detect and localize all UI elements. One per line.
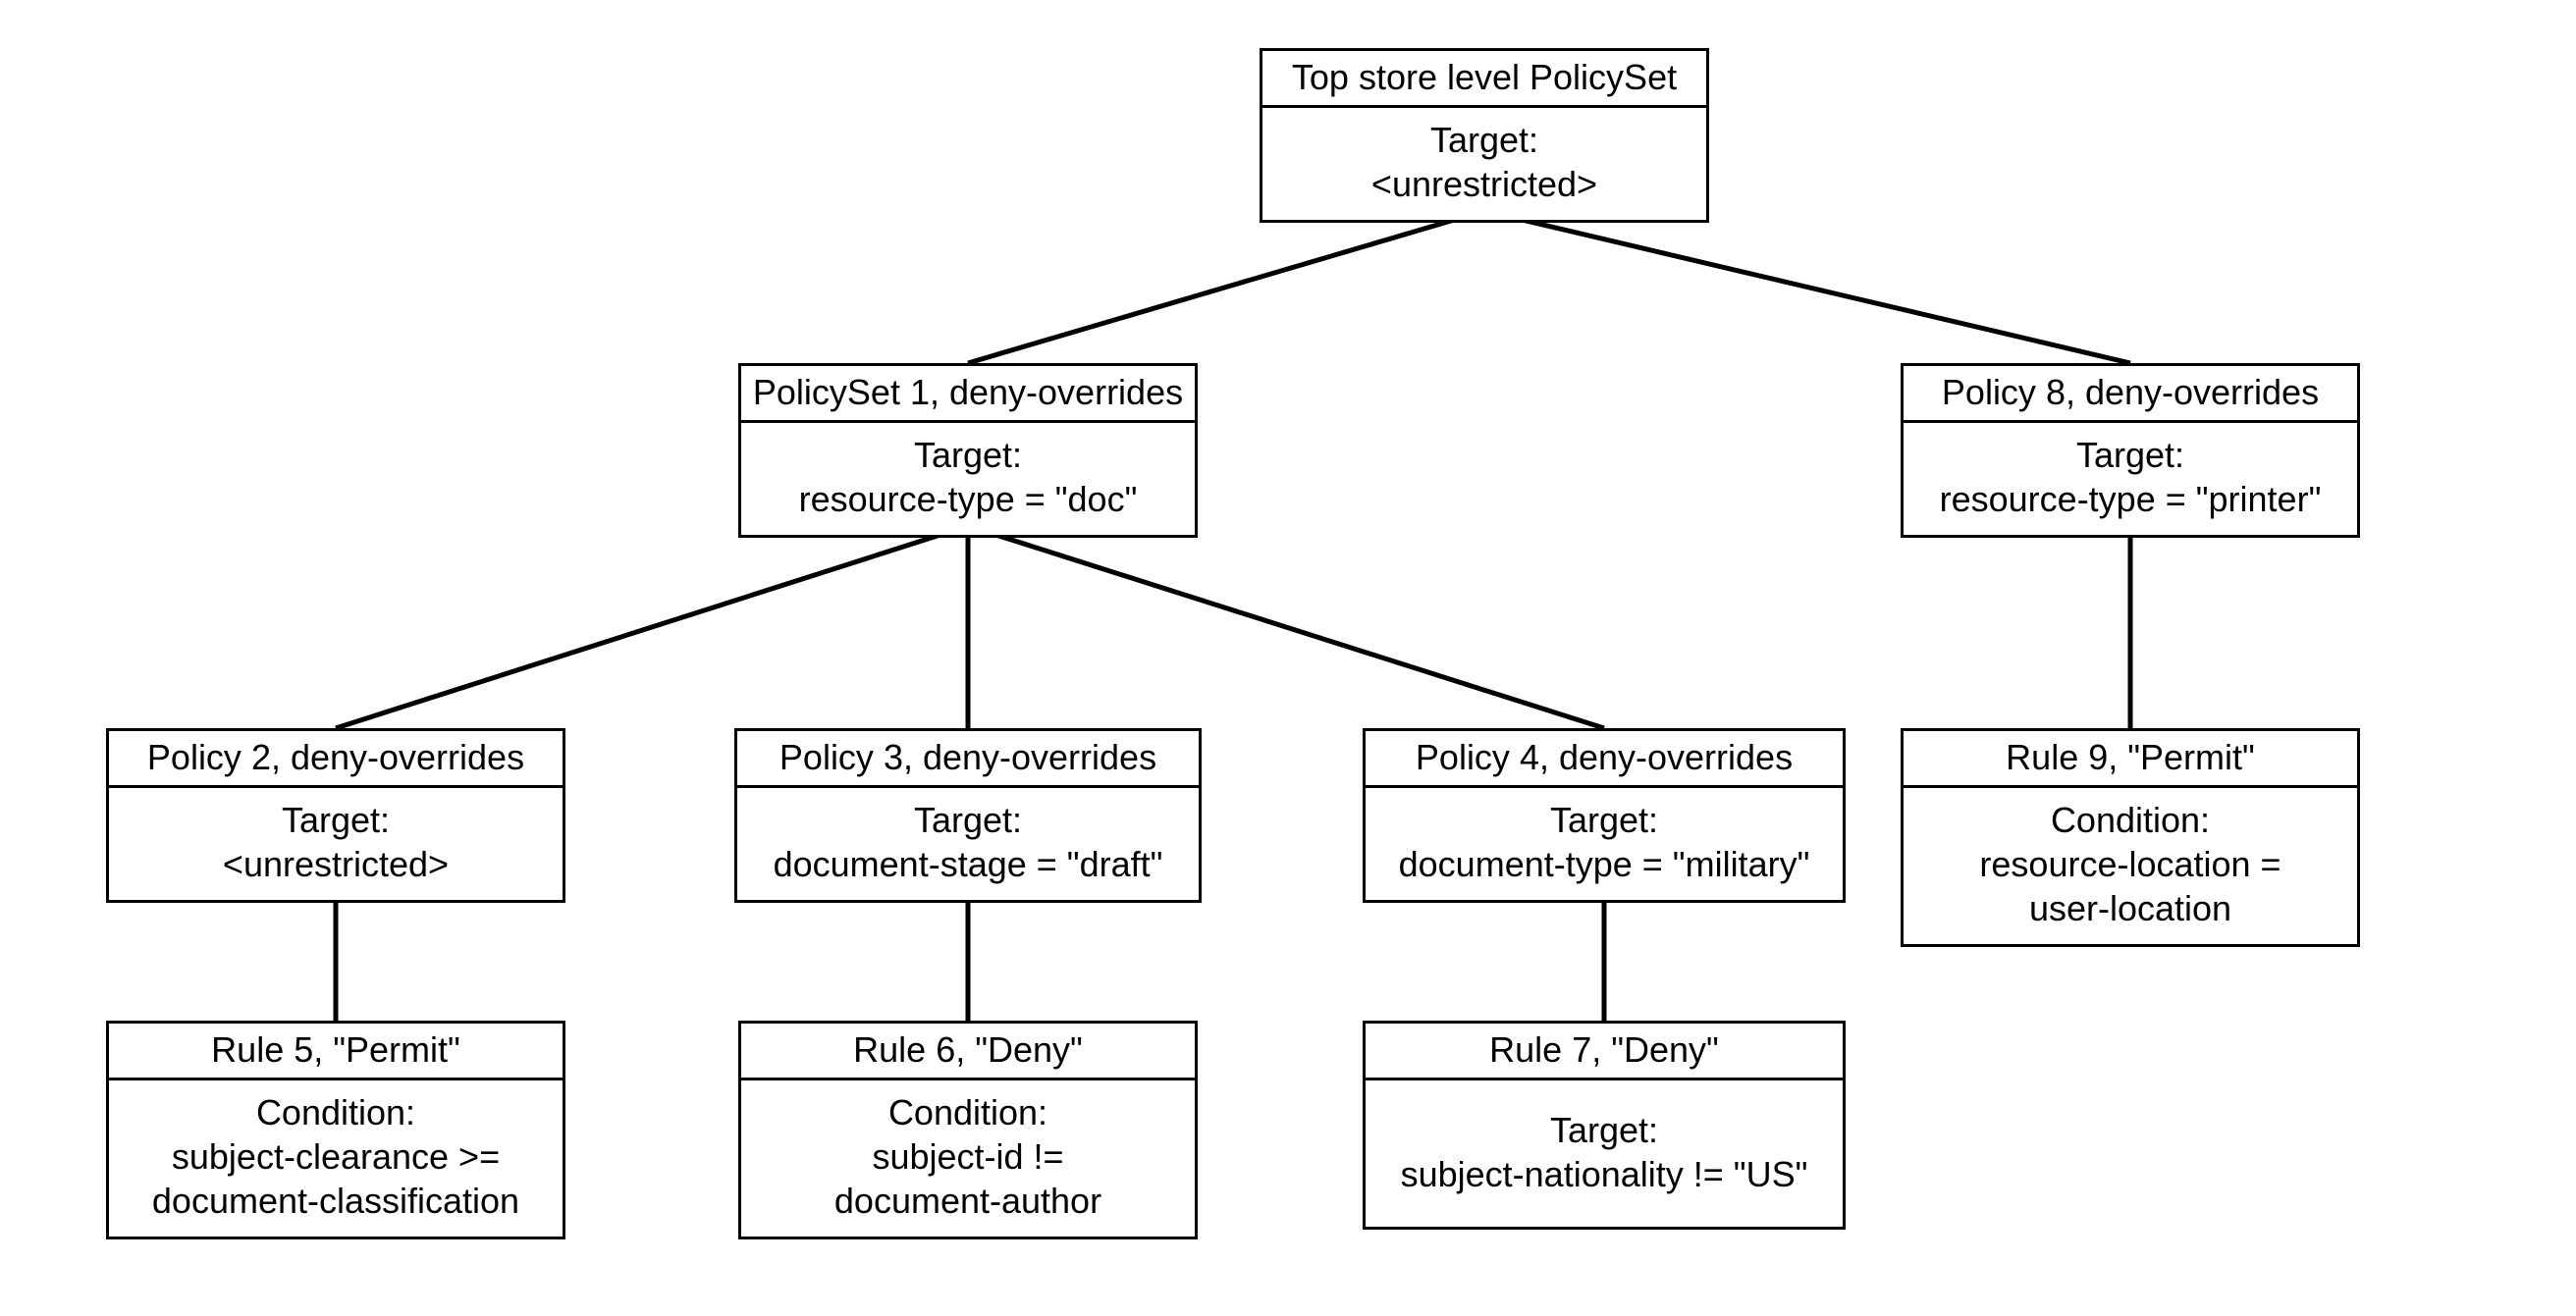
node-title: PolicySet 1, deny-overrides <box>741 366 1195 423</box>
node-title: Top store level PolicySet <box>1262 51 1706 108</box>
edge <box>1484 211 2130 363</box>
edge <box>336 526 968 728</box>
node-policy-3: Policy 3, deny-overrides Target: documen… <box>734 728 1202 903</box>
node-body-line: document-author <box>749 1179 1187 1223</box>
node-body-line: Condition: <box>749 1090 1187 1134</box>
node-body-line: subject-nationality != "US" <box>1373 1152 1835 1196</box>
node-rule-6: Rule 6, "Deny" Condition: subject-id != … <box>738 1021 1198 1239</box>
node-body-line: resource-location = <box>1911 842 2349 886</box>
node-body-line: document-stage = "draft" <box>745 842 1191 886</box>
node-body-line: subject-clearance >= <box>117 1134 555 1179</box>
node-body: Target: resource-type = "doc" <box>741 423 1195 535</box>
node-title: Rule 9, "Permit" <box>1904 731 2357 788</box>
node-policyset-1: PolicySet 1, deny-overrides Target: reso… <box>738 363 1198 538</box>
node-body-line: resource-type = "doc" <box>749 477 1187 521</box>
edge <box>968 526 1604 728</box>
node-body-line: document-classification <box>117 1179 555 1223</box>
node-policy-2: Policy 2, deny-overrides Target: <unrest… <box>106 728 565 903</box>
node-title: Policy 2, deny-overrides <box>109 731 563 788</box>
node-body: Target: document-stage = "draft" <box>737 788 1199 900</box>
edge <box>968 211 1484 363</box>
node-body-line: document-type = "military" <box>1373 842 1835 886</box>
node-body-line: Condition: <box>117 1090 555 1134</box>
node-title: Rule 7, "Deny" <box>1366 1024 1843 1080</box>
node-body-line: Target: <box>1373 1108 1835 1152</box>
node-rule-9: Rule 9, "Permit" Condition: resource-loc… <box>1901 728 2360 947</box>
node-body-line: Target: <box>1911 433 2349 477</box>
node-body-line: Target: <box>745 798 1191 842</box>
node-body-line: Target: <box>1373 798 1835 842</box>
node-body-line: <unrestricted> <box>1270 162 1698 206</box>
node-body-line: user-location <box>1911 886 2349 930</box>
node-title: Rule 5, "Permit" <box>109 1024 563 1080</box>
node-body-line: Target: <box>117 798 555 842</box>
node-body: Target: document-type = "military" <box>1366 788 1843 900</box>
node-title: Policy 3, deny-overrides <box>737 731 1199 788</box>
node-body-line: Target: <box>1270 118 1698 162</box>
node-body: Target: subject-nationality != "US" <box>1366 1080 1843 1227</box>
diagram-canvas: Top store level PolicySet Target: <unres… <box>0 0 2576 1316</box>
node-body: Condition: subject-id != document-author <box>741 1080 1195 1237</box>
node-body-line: <unrestricted> <box>117 842 555 886</box>
node-body: Target: <unrestricted> <box>109 788 563 900</box>
node-rule-7: Rule 7, "Deny" Target: subject-nationali… <box>1363 1021 1846 1230</box>
node-policy-8: Policy 8, deny-overrides Target: resourc… <box>1901 363 2360 538</box>
node-body-line: Target: <box>749 433 1187 477</box>
node-body: Target: <unrestricted> <box>1262 108 1706 220</box>
node-title: Rule 6, "Deny" <box>741 1024 1195 1080</box>
node-policy-4: Policy 4, deny-overrides Target: documen… <box>1363 728 1846 903</box>
node-body-line: resource-type = "printer" <box>1911 477 2349 521</box>
node-title: Policy 8, deny-overrides <box>1904 366 2357 423</box>
node-body: Condition: resource-location = user-loca… <box>1904 788 2357 944</box>
node-top-policyset: Top store level PolicySet Target: <unres… <box>1260 48 1709 223</box>
node-body: Target: resource-type = "printer" <box>1904 423 2357 535</box>
node-body-line: Condition: <box>1911 798 2349 842</box>
node-title: Policy 4, deny-overrides <box>1366 731 1843 788</box>
node-rule-5: Rule 5, "Permit" Condition: subject-clea… <box>106 1021 565 1239</box>
node-body: Condition: subject-clearance >= document… <box>109 1080 563 1237</box>
node-body-line: subject-id != <box>749 1134 1187 1179</box>
